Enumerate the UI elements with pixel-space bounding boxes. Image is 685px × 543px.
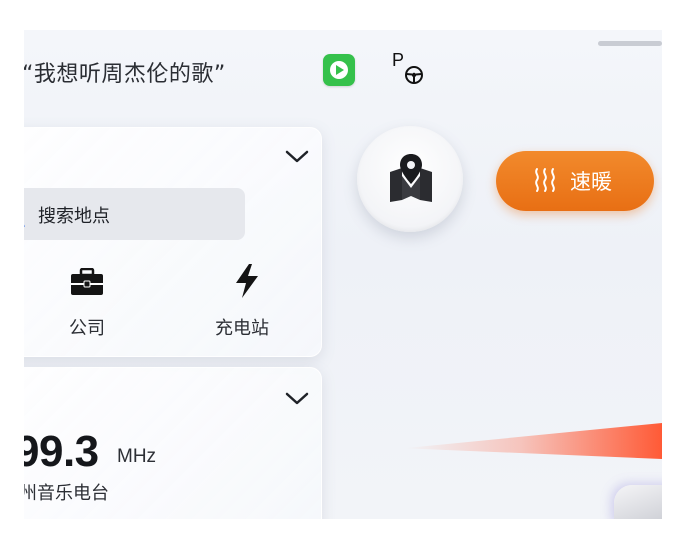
briefcase-icon[interactable] [70,268,104,296]
light-streak-decoration [404,423,662,459]
quick-heat-button[interactable]: 速暖 [496,151,654,211]
search-placeholder: 搜索地点 [38,206,110,227]
shortcut-label-company[interactable]: 公司 [69,314,105,340]
chevron-down-icon[interactable] [285,150,309,164]
radio-card[interactable]: 99.3 MHz 广州音乐电台 [24,367,322,519]
chevron-down-icon[interactable] [285,392,309,406]
map-button[interactable] [357,126,463,232]
car-image [614,485,662,519]
navigation-card: 搜索地点 公司 充电站 [24,127,322,357]
steering-wheel-icon [405,66,423,84]
heat-waves-icon [535,168,555,192]
play-icon [336,65,344,75]
car-screen: “我想听周杰伦的歌” P 搜索地点 公司 充电站 速暖 99.3 MHz 州音乐… [24,30,662,519]
navigation-arrow-icon [24,224,25,227]
music-app-icon[interactable] [323,54,355,86]
lightning-icon[interactable] [234,263,260,299]
status-drag-handle[interactable] [598,41,662,46]
shortcut-label-charging-station[interactable]: 充电站 [215,314,269,340]
quick-heat-label: 速暖 [570,170,612,194]
radio-station-name: 广州音乐电台 [24,483,109,504]
voice-assistant-hint[interactable]: “我想听周杰伦的歌” [24,56,226,88]
radio-frequency-unit: MHz [117,446,157,467]
search-input[interactable]: 搜索地点 [24,188,245,240]
parking-indicator: P [392,50,405,70]
map-pin-icon [390,154,432,202]
radio-frequency: 99.3 [24,427,99,476]
